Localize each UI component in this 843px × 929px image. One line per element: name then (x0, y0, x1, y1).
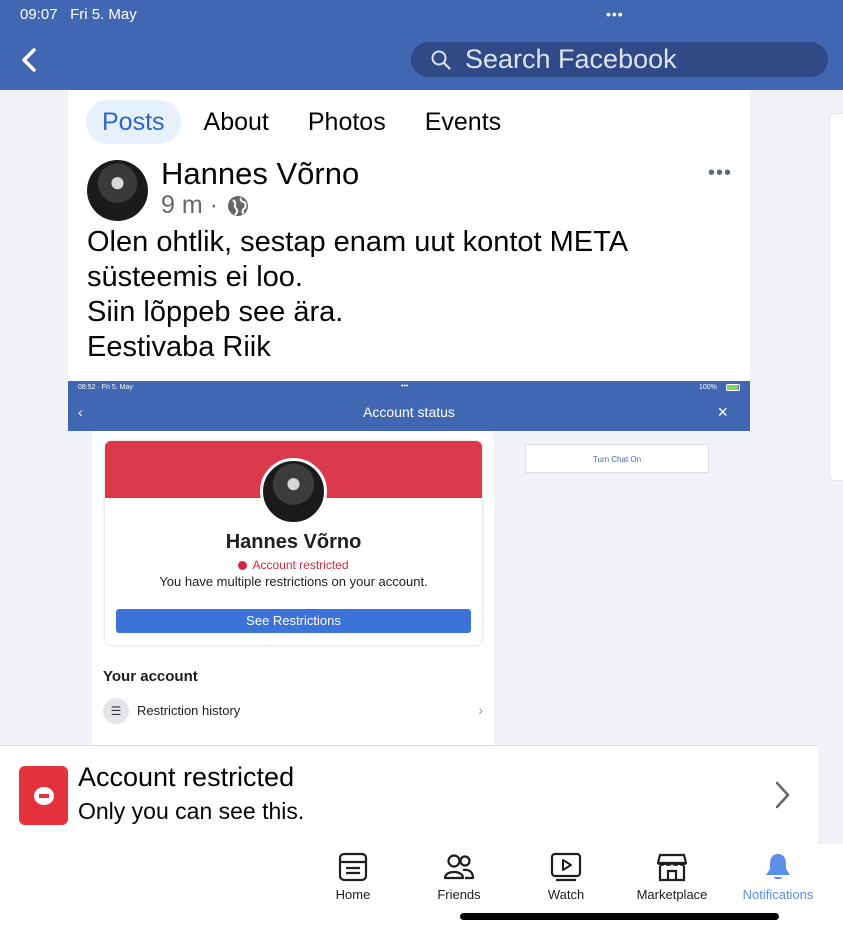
nav-friends[interactable]: Friends (404, 852, 514, 902)
tab-events[interactable]: Events (409, 100, 517, 144)
post-image[interactable]: 08:52 · Fri 5. May ••• 100% ‹ Account st… (68, 381, 750, 745)
account-restricted-banner[interactable]: Account restricted Only you can see this… (0, 745, 818, 844)
restriction-card: Hannes Võrno Account restricted You have… (105, 441, 482, 645)
bell-icon (766, 854, 790, 880)
nav-watch-label: Watch (547, 887, 585, 902)
embedded-see-restrictions-button: See Restrictions (116, 609, 471, 633)
watch-icon (550, 852, 582, 882)
notice-subtitle: Only you can see this. (78, 798, 305, 824)
home-indicator[interactable] (460, 913, 779, 920)
profile-tabs: Posts About Photos Events (86, 100, 524, 144)
embedded-status-text: Account restricted (252, 558, 349, 572)
tab-photos[interactable]: Photos (292, 100, 402, 144)
chevron-right-icon: › (478, 702, 483, 718)
post-meta: 9 m · (161, 191, 250, 220)
embedded-panel: Hannes Võrno Account restricted You have… (92, 431, 494, 745)
post-line: Eestivaba Riik (87, 331, 271, 363)
meta-separator: · (209, 191, 218, 219)
nav-notifications-label: Notifications (742, 887, 814, 902)
chevron-right-icon[interactable] (772, 780, 792, 810)
embedded-close-icon: × (717, 402, 728, 422)
embedded-name: Hannes Võrno (225, 531, 362, 553)
status-date: Fri 5. May (70, 6, 137, 23)
notice-title: Account restricted (78, 762, 295, 792)
top-bar: 09:07 Fri 5. May ••• (0, 0, 843, 90)
status-bar-time: 09:07 Fri 5. May (20, 6, 137, 23)
tab-about[interactable]: About (188, 100, 285, 144)
back-button[interactable] (18, 46, 42, 74)
embedded-description: You have multiple restrictions on your a… (159, 574, 428, 589)
nav-friends-label: Friends (437, 887, 481, 902)
list-icon: ☰ (103, 698, 129, 724)
chevron-left-icon (22, 48, 36, 72)
embedded-header: ‹ Account status × (68, 395, 750, 431)
nav-watch[interactable]: Watch (511, 852, 621, 902)
embedded-battery: 100% (699, 384, 717, 391)
embedded-status-dots: ••• (401, 383, 409, 390)
search-input[interactable] (465, 44, 815, 75)
status-time: 09:07 (20, 6, 58, 23)
nav-home-label: Home (335, 887, 371, 902)
post-more-button[interactable]: ••• (708, 162, 732, 185)
search-icon (431, 50, 451, 70)
embedded-title: Account status (363, 404, 455, 420)
marketplace-icon (656, 853, 688, 882)
embedded-restriction-history-row: ☰ Restriction history › (103, 698, 483, 724)
nav-marketplace-label: Marketplace (636, 887, 708, 902)
nav-marketplace[interactable]: Marketplace (617, 852, 727, 902)
embedded-status: Account restricted (105, 558, 482, 572)
globe-icon (227, 195, 248, 216)
nav-notifications[interactable]: Notifications (723, 852, 833, 902)
restricted-icon (19, 766, 68, 825)
nav-home[interactable]: Home (298, 852, 408, 902)
embedded-section-title: Your account (103, 668, 198, 685)
embedded-status-time: 08:52 · Fri 5. May (78, 384, 133, 391)
author-avatar[interactable] (87, 160, 148, 221)
post-line: süsteemis ei loo. (87, 261, 303, 293)
search-bar[interactable] (411, 42, 828, 77)
battery-icon (726, 384, 740, 391)
post-card: Posts About Photos Events Hannes Võrno 9… (68, 90, 750, 745)
embedded-row-label: Restriction history (137, 703, 241, 718)
embedded-status-bar: 08:52 · Fri 5. May ••• 100% (68, 381, 750, 395)
restricted-icon (238, 561, 248, 570)
post-line: Siin lõppeb see ära. (87, 296, 344, 328)
multitask-dots[interactable]: ••• (606, 6, 624, 22)
embedded-avatar (260, 458, 327, 525)
embedded-chat-button: Turn Chat On (525, 444, 709, 473)
post-line: Olen ohtlik, sestap enam uut kontot META (87, 226, 629, 258)
home-icon (338, 852, 368, 882)
side-card-edge (829, 113, 843, 481)
tab-posts[interactable]: Posts (86, 100, 181, 144)
friends-icon (443, 854, 475, 880)
post-time[interactable]: 9 m (161, 191, 203, 220)
post-author[interactable]: Hannes Võrno (161, 156, 359, 192)
post-text: Olen ohtlik, sestap enam uut kontot META… (87, 225, 628, 365)
